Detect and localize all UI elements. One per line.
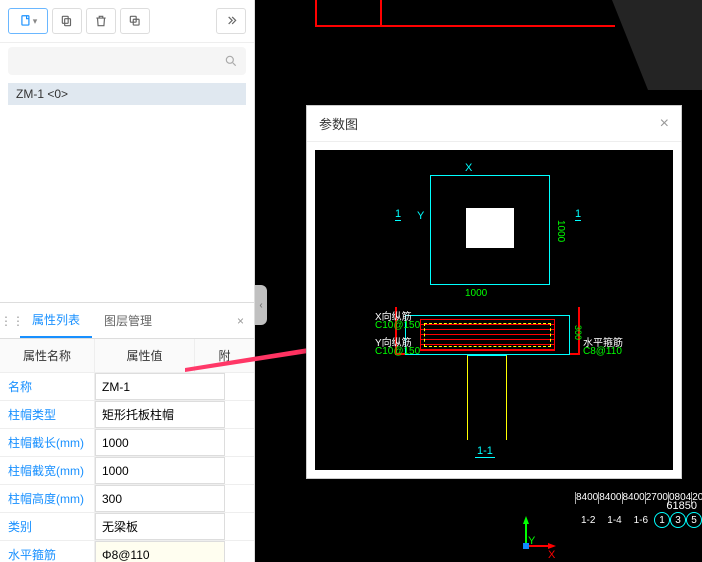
tab-close-button[interactable]: × [227, 314, 254, 328]
property-header: 属性名称 属性值 附 [0, 339, 254, 373]
section-mark-right: 1 [575, 208, 581, 221]
section-label: 1-1 [475, 445, 495, 458]
property-row: 名称 [0, 373, 254, 401]
dim-width: 1000 [465, 288, 487, 299]
property-row: 柱帽高度(mm) [0, 485, 254, 513]
property-rows: 名称柱帽类型柱帽截长(mm)柱帽截宽(mm)柱帽高度(mm)类别水平箍筋X向纵筋… [0, 373, 254, 562]
property-name: 类别 [0, 513, 95, 540]
property-row: 柱帽类型 [0, 401, 254, 429]
layers-button[interactable] [120, 8, 150, 34]
chevron-right-icon [224, 14, 238, 28]
ruler-total: 61850 [666, 500, 697, 512]
search-input[interactable] [8, 47, 246, 75]
section-mark-left: 1 [395, 208, 401, 221]
component-tag[interactable]: ZM-1 <0> [8, 83, 246, 105]
property-name: 水平箍筋 [0, 541, 95, 562]
ruler-tick: 8400 [575, 492, 598, 504]
property-value-input[interactable] [95, 457, 225, 484]
parameter-diagram-modal: 参数图 × X Y 1000 1000 1 1 X向纵筋 C10@150 Y向纵… [306, 105, 682, 479]
ruler-axis-label: 1-2 [575, 512, 601, 528]
tabs: ⋮⋮ 属性列表 图层管理 × [0, 302, 254, 339]
property-name: 柱帽类型 [0, 401, 95, 428]
value-hstirrup: C8@110 [583, 346, 622, 357]
new-dropdown-button[interactable]: ▾ [8, 8, 48, 34]
header-attach: 附 [195, 339, 254, 372]
header-value: 属性值 [95, 339, 195, 372]
search-icon [224, 54, 238, 68]
dim-height: 1000 [555, 220, 566, 242]
property-name: 柱帽截长(mm) [0, 429, 95, 456]
delete-button[interactable] [86, 8, 116, 34]
property-row: 柱帽截长(mm) [0, 429, 254, 457]
ruler-axis-label: 1-6 [628, 512, 654, 528]
trash-icon [94, 14, 108, 28]
layers-icon [128, 14, 142, 28]
document-icon [19, 14, 33, 28]
modal-title: 参数图 [319, 114, 358, 133]
ruler-axis-label: 1-4 [601, 512, 627, 528]
header-name: 属性名称 [0, 339, 95, 372]
dim-x: X [465, 162, 472, 174]
ruler-tick: 2700 [645, 492, 668, 504]
ruler-tick: 8400 [598, 492, 621, 504]
ruler-axis-label: 1 [654, 512, 670, 528]
copy-button[interactable] [52, 8, 82, 34]
tab-properties[interactable]: 属性列表 [20, 303, 92, 338]
dim-y: Y [417, 210, 424, 222]
more-button[interactable] [216, 8, 246, 34]
drag-handle-icon[interactable]: ⋮⋮ [0, 314, 20, 328]
collapse-sidebar-button[interactable]: ‹ [255, 285, 267, 325]
property-value-input[interactable] [95, 373, 225, 400]
copy-icon [60, 14, 74, 28]
property-value-input[interactable] [95, 541, 225, 562]
axis-y-label: Y [528, 535, 535, 547]
diagram-canvas: X Y 1000 1000 1 1 X向纵筋 C10@150 Y向纵筋 C10@… [315, 150, 673, 470]
property-name: 名称 [0, 373, 95, 400]
property-row: 柱帽截宽(mm) [0, 457, 254, 485]
toolbar: ▾ [0, 0, 254, 43]
property-value-input[interactable] [95, 513, 225, 540]
dim-300: 300 [573, 325, 583, 340]
axis-x-label: X [548, 549, 555, 561]
ruler-axis-label: 5 [686, 512, 702, 528]
ruler-axis-label: 3 [670, 512, 686, 528]
modal-close-button[interactable]: × [660, 115, 669, 133]
property-value-input[interactable] [95, 485, 225, 512]
property-value-input[interactable] [95, 401, 225, 428]
property-row: 水平箍筋 [0, 541, 254, 562]
property-row: 类别 [0, 513, 254, 541]
property-value-input[interactable] [95, 429, 225, 456]
ruler-tick: 8400 [622, 492, 645, 504]
axis-indicator: Y X [518, 514, 558, 557]
property-name: 柱帽截宽(mm) [0, 457, 95, 484]
ruler: 84008400840027000804207 61850 1-21-41-61… [575, 492, 702, 532]
value-xrebar: C10@150 [375, 320, 420, 331]
tab-layers[interactable]: 图层管理 [92, 304, 164, 337]
property-name: 柱帽高度(mm) [0, 485, 95, 512]
value-yrebar: C10@150 [375, 346, 420, 357]
sidebar: ▾ ZM-1 <0> ⋮⋮ 属性列表 图层管理 × [0, 0, 255, 562]
